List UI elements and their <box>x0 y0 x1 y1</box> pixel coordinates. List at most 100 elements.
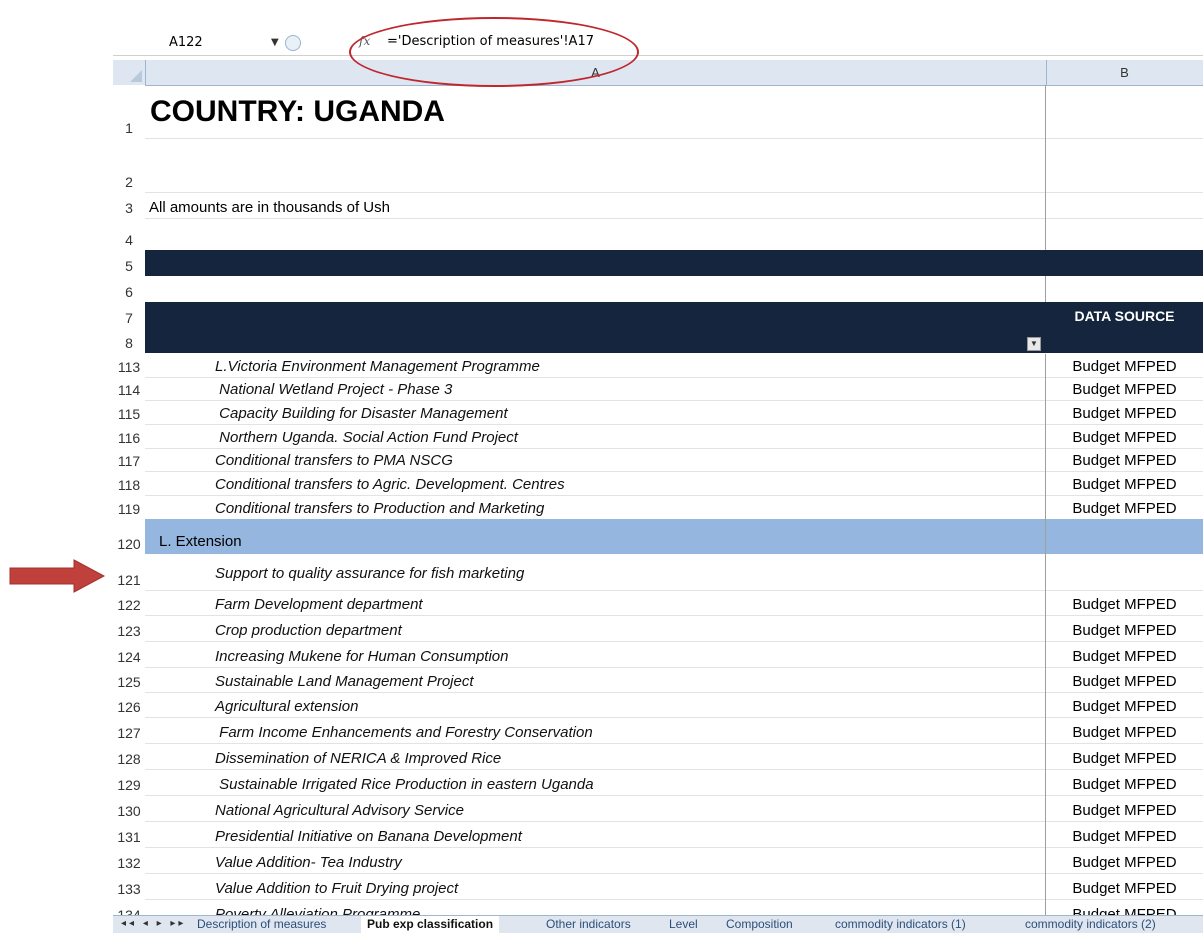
item-cell-a[interactable]: Sustainable Irrigated Rice Production in… <box>145 769 1046 795</box>
row-number[interactable]: 132 <box>113 847 145 873</box>
item-cell-a[interactable]: Northern Uganda. Social Action Fund Proj… <box>145 424 1046 448</box>
data-source-cell[interactable]: Budget MFPED <box>1046 354 1203 377</box>
row-number[interactable]: 8 <box>113 328 145 353</box>
item-cell-a[interactable]: Agricultural extension <box>145 692 1046 717</box>
row-number[interactable]: 117 <box>113 448 145 471</box>
cell-b[interactable] <box>1046 276 1203 302</box>
tab-other-indicators[interactable]: Other indicators <box>546 916 631 933</box>
data-source-cell[interactable]: Budget MFPED <box>1046 424 1203 448</box>
row-number[interactable]: 131 <box>113 821 145 847</box>
data-source-cell[interactable]: Budget MFPED <box>1046 717 1203 743</box>
row-number[interactable]: 115 <box>113 400 145 424</box>
item-cell-a[interactable]: Presidential Initiative on Banana Develo… <box>145 821 1046 847</box>
row-number[interactable]: 121 <box>113 554 145 590</box>
cell-b[interactable] <box>1046 328 1203 353</box>
data-source-cell[interactable]: Budget MFPED <box>1046 769 1203 795</box>
item-cell-a[interactable]: Increasing Mukene for Human Consumption <box>145 641 1046 667</box>
row-number[interactable]: 1 <box>113 85 145 138</box>
cell-a[interactable] <box>145 250 1046 276</box>
cell-b[interactable] <box>1046 519 1203 554</box>
cell-b[interactable] <box>1046 192 1203 218</box>
data-source-cell[interactable]: Budget MFPED <box>1046 873 1203 899</box>
data-source-cell[interactable]: Budget MFPED <box>1046 641 1203 667</box>
data-source-cell[interactable]: Budget MFPED <box>1046 400 1203 424</box>
item-cell-a[interactable]: National Agricultural Advisory Service <box>145 795 1046 821</box>
data-source-cell[interactable]: Budget MFPED <box>1046 615 1203 641</box>
tab-nav-arrows[interactable]: ◂◂ ◂ ▸ ▸▸ <box>121 916 186 932</box>
tab-composition[interactable]: Composition <box>726 916 793 933</box>
row-number[interactable]: 3 <box>113 192 145 218</box>
item-cell-a[interactable]: Conditional transfers to Production and … <box>145 495 1046 519</box>
item-cell-a[interactable]: Support to quality assurance for fish ma… <box>145 554 1046 590</box>
row-number[interactable]: 6 <box>113 276 145 302</box>
cell-a[interactable] <box>145 138 1046 192</box>
data-source-cell[interactable]: Budget MFPED <box>1046 377 1203 400</box>
item-cell-a[interactable]: Value Addition- Tea Industry <box>145 847 1046 873</box>
row-number[interactable]: 123 <box>113 615 145 641</box>
column-header-a[interactable]: A <box>145 60 1047 85</box>
row-number[interactable]: 128 <box>113 743 145 769</box>
cell-a[interactable]: ▼ <box>145 328 1046 353</box>
row-number[interactable]: 5 <box>113 250 145 276</box>
cell-a[interactable] <box>145 302 1046 328</box>
column-header-b[interactable]: B <box>1046 60 1203 85</box>
item-cell-a[interactable]: Sustainable Land Management Project <box>145 667 1046 692</box>
cell-b[interactable] <box>1046 250 1203 276</box>
item-cell-a[interactable]: Farm Income Enhancements and Forestry Co… <box>145 717 1046 743</box>
item-cell-a[interactable]: L.Victoria Environment Management Progra… <box>145 354 1046 377</box>
row-number[interactable]: 2 <box>113 138 145 192</box>
data-source-cell[interactable]: Budget MFPED <box>1046 667 1203 692</box>
row-number[interactable]: 129 <box>113 769 145 795</box>
cell-b[interactable] <box>1046 218 1203 250</box>
formula-input[interactable]: ='Description of measures'!A17 <box>387 34 594 49</box>
tab-pub-exp-classification[interactable]: Pub exp classification <box>361 916 500 933</box>
item-cell-a[interactable]: Dissemination of NERICA & Improved Rice <box>145 743 1046 769</box>
data-source-cell[interactable]: Budget MFPED <box>1046 495 1203 519</box>
section-extension[interactable]: L. Extension <box>145 519 1046 554</box>
item-cell-a[interactable]: Value Addition to Fruit Drying project <box>145 873 1046 899</box>
filter-dropdown-icon[interactable]: ▼ <box>1027 337 1041 351</box>
tab-level[interactable]: Level <box>669 916 698 933</box>
cell-a[interactable] <box>145 276 1046 302</box>
row-number[interactable]: 127 <box>113 717 145 743</box>
data-source-cell[interactable]: Budget MFPED <box>1046 692 1203 717</box>
row-number[interactable]: 120 <box>113 519 145 554</box>
item-cell-a[interactable]: Capacity Building for Disaster Managemen… <box>145 400 1046 424</box>
cancel-circle-icon[interactable] <box>285 35 301 51</box>
data-source-cell[interactable]: Budget MFPED <box>1046 471 1203 495</box>
data-source-cell[interactable]: Budget MFPED <box>1046 821 1203 847</box>
item-cell-a[interactable]: Conditional transfers to Agric. Developm… <box>145 471 1046 495</box>
row-number[interactable]: 119 <box>113 495 145 519</box>
tab-commodity-indicators-2[interactable]: commodity indicators (2) <box>1025 916 1156 933</box>
fx-icon[interactable]: fx <box>359 34 370 48</box>
data-source-cell[interactable]: Budget MFPED <box>1046 795 1203 821</box>
item-cell-a[interactable]: Crop production department <box>145 615 1046 641</box>
row-number[interactable]: 114 <box>113 377 145 400</box>
cell-b[interactable] <box>1046 554 1203 590</box>
data-source-cell[interactable]: Budget MFPED <box>1046 590 1203 615</box>
item-cell-a[interactable]: National Wetland Project - Phase 3 <box>145 377 1046 400</box>
row-number[interactable]: 130 <box>113 795 145 821</box>
cell-b[interactable] <box>1046 85 1203 138</box>
row-number[interactable]: 125 <box>113 667 145 692</box>
data-source-cell[interactable]: Budget MFPED <box>1046 743 1203 769</box>
item-cell-a[interactable]: Conditional transfers to PMA NSCG <box>145 448 1046 471</box>
cell-b[interactable] <box>1046 138 1203 192</box>
country-title[interactable]: COUNTRY: UGANDA <box>145 85 1046 138</box>
row-number[interactable]: 124 <box>113 641 145 667</box>
dropdown-arrow-icon[interactable]: ▼ <box>271 33 279 52</box>
item-cell-a[interactable]: Farm Development department <box>145 590 1046 615</box>
row-number[interactable]: 4 <box>113 218 145 250</box>
cell-a[interactable] <box>145 218 1046 250</box>
row-number[interactable]: 7 <box>113 302 145 328</box>
select-all-corner[interactable] <box>113 60 146 85</box>
row-number[interactable]: 118 <box>113 471 145 495</box>
row-number[interactable]: 133 <box>113 873 145 899</box>
amounts-note[interactable]: All amounts are in thousands of Ush <box>145 192 1046 218</box>
data-source-header[interactable]: DATA SOURCE <box>1046 302 1203 328</box>
data-source-cell[interactable]: Budget MFPED <box>1046 448 1203 471</box>
row-number[interactable]: 113 <box>113 354 145 377</box>
data-source-cell[interactable]: Budget MFPED <box>1046 847 1203 873</box>
row-number[interactable]: 126 <box>113 692 145 717</box>
row-number[interactable]: 116 <box>113 424 145 448</box>
